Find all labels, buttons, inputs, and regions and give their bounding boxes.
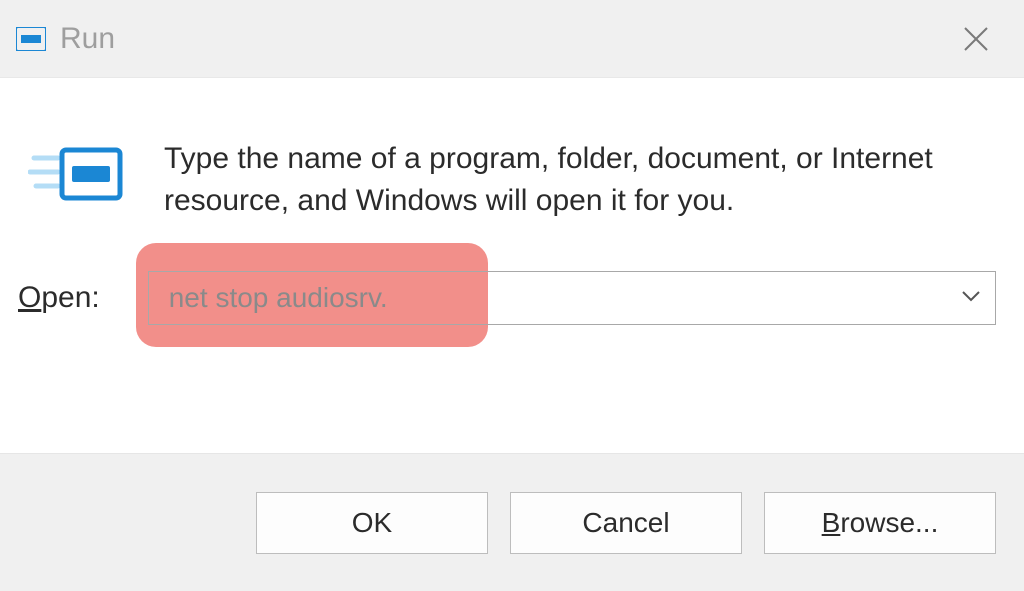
instruction-text: Type the name of a program, folder, docu… <box>164 138 984 223</box>
window-title: Run <box>60 22 115 56</box>
titlebar-left: Run <box>16 22 115 56</box>
dialog-content: Type the name of a program, folder, docu… <box>0 78 1024 223</box>
browse-button[interactable]: Browse... <box>764 492 996 554</box>
open-label: Open: <box>18 281 100 315</box>
browse-rest: rowse... <box>840 507 938 538</box>
ok-button[interactable]: OK <box>256 492 488 554</box>
open-label-rest: pen: <box>41 281 99 314</box>
ok-button-label: OK <box>352 507 392 539</box>
open-label-accel: O <box>18 281 41 314</box>
open-combobox[interactable]: net stop audiosrv. <box>148 271 996 325</box>
browse-accel: B <box>822 507 841 538</box>
close-icon <box>963 26 989 52</box>
close-button[interactable] <box>952 15 1000 63</box>
chevron-down-icon[interactable] <box>961 289 981 307</box>
cancel-button[interactable]: Cancel <box>510 492 742 554</box>
cancel-button-label: Cancel <box>582 507 669 539</box>
titlebar: Run <box>0 0 1024 78</box>
open-row: Open: net stop audiosrv. <box>0 223 1024 325</box>
open-command-value: net stop audiosrv. <box>169 282 388 314</box>
dialog-footer: OK Cancel Browse... <box>0 453 1024 591</box>
run-large-icon <box>28 138 124 223</box>
combo-wrap: net stop audiosrv. <box>148 271 996 325</box>
run-icon <box>16 27 46 51</box>
